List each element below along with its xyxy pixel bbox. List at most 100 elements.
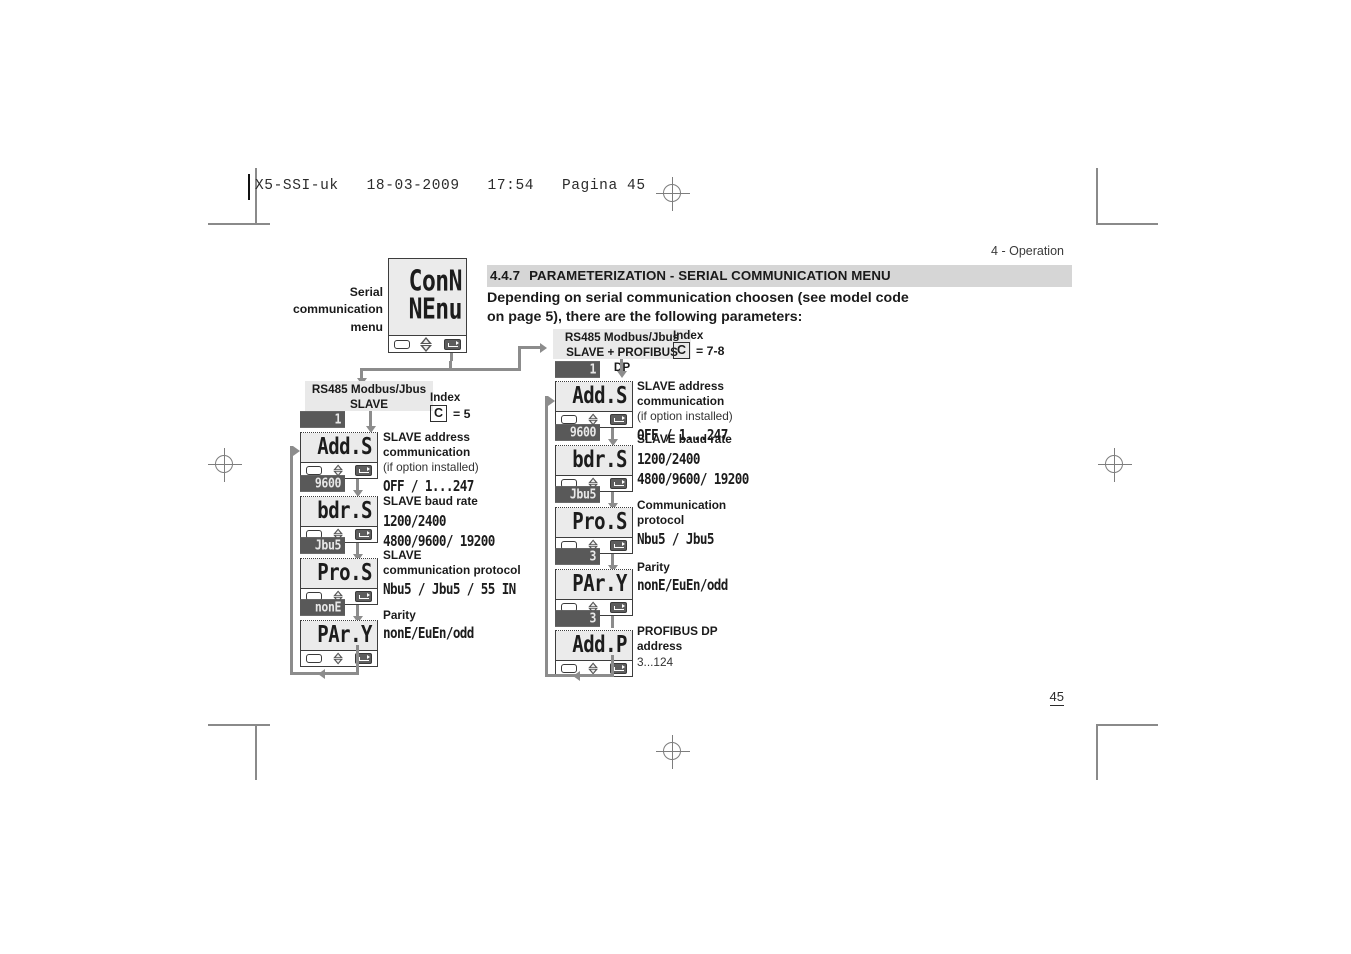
column-1-index-value-row: C = 5 — [430, 405, 471, 423]
label-line-2: communication — [383, 444, 471, 459]
branch-left-h — [360, 368, 452, 371]
branch-right-v — [518, 346, 521, 371]
device-keypad — [389, 335, 466, 352]
column-2-display-par-y[interactable]: PAr.Y — [555, 569, 633, 616]
device-display-comm-menu[interactable]: ConN NEnu — [388, 258, 467, 353]
menu-enter-marker — [450, 353, 453, 361]
menu-caption-line-2: communication — [292, 302, 383, 317]
menu-caption: Serial communication menu — [246, 284, 383, 336]
label-line-1: SLAVE — [383, 548, 422, 562]
enter-key-icon[interactable] — [355, 590, 372, 602]
crop-mark-top-left-v — [255, 168, 257, 224]
label-line-2: address — [637, 638, 683, 653]
label-seg-value: nonE/EuEn/odd — [637, 575, 728, 594]
column-2-header-line-1: RS485 Modbus/Jbus — [564, 331, 680, 344]
function-key-icon[interactable] — [306, 653, 322, 663]
display-screen: ConN NEnu — [389, 259, 466, 335]
display-value: Pro.S — [317, 559, 372, 586]
label-note: (if option installed) — [637, 408, 733, 423]
section-number: 4.4.7 — [490, 268, 521, 283]
column-1-display-par-y[interactable]: PAr.Y — [300, 620, 378, 667]
column-2-display-pro-s[interactable]: Pro.S — [555, 507, 633, 554]
column-2-item-4-badge: 3 — [555, 548, 600, 566]
registration-mark-right — [1098, 448, 1132, 482]
label-line-1: Parity — [383, 608, 416, 622]
column-2-item-2-badge: 9600 — [555, 424, 600, 442]
enter-key-icon[interactable] — [610, 539, 627, 551]
col1-loop-arrow — [318, 668, 325, 679]
enter-key-icon[interactable] — [610, 477, 627, 489]
label-line-1: SLAVE baud rate — [383, 494, 478, 508]
col1-loop-left-v — [290, 446, 293, 674]
column-1-display-pro-s[interactable]: Pro.S — [300, 558, 378, 605]
col2-loop-return-arrow — [548, 396, 555, 406]
column-2-display-bdr-s[interactable]: bdr.S — [555, 445, 633, 492]
crop-mark-bottom-left-v — [255, 724, 257, 780]
column-1-index-label: Index — [430, 391, 461, 404]
file-header-rule — [248, 174, 250, 200]
display-screen: PAr.Y — [556, 570, 632, 599]
registration-mark-top — [656, 177, 690, 211]
col1-loop-right-v — [356, 645, 359, 675]
display-value-line-1: ConN — [408, 266, 463, 298]
label-line-1: SLAVE address — [383, 430, 470, 444]
col2-loop-arrow — [573, 670, 580, 681]
enter-key-icon[interactable] — [610, 601, 627, 613]
column-2-item-1-badge: 1 — [555, 361, 600, 379]
column-2-index-key: C — [673, 342, 691, 360]
branch-right-h — [449, 368, 521, 371]
file-header-text: X5-SSI-uk 18-03-2009 17:54 Pagina 45 — [255, 178, 646, 194]
label-seg-value: OFF / 1...247 — [383, 476, 474, 495]
column-1-index-value: = 5 — [453, 406, 471, 421]
function-key-icon[interactable] — [306, 465, 322, 475]
col2-loop-left-v — [545, 396, 548, 676]
enter-key-icon[interactable] — [355, 464, 372, 476]
column-1-item-1-badge: 1 — [300, 411, 345, 429]
intro-line-2: on page 5), there are the following para… — [487, 309, 803, 326]
display-screen: Add.S — [301, 433, 377, 462]
function-key-icon[interactable] — [561, 414, 577, 424]
column-1-item-3-annotation: SLAVE communication protocol Nbu5 / Jbu5… — [383, 548, 528, 597]
column-1-display-bdr-s[interactable]: bdr.S — [300, 496, 378, 543]
column-1-header-line-1: RS485 Modbus/Jbus — [311, 383, 427, 396]
column-2-display-add-p[interactable]: Add.P — [555, 630, 633, 677]
branch-right-arrow — [540, 342, 547, 353]
column-1-item-2-annotation: SLAVE baud rate 1200/2400 4800/9600/ 192… — [383, 494, 518, 549]
column-1-display-add-s[interactable]: Add.S — [300, 432, 378, 479]
display-value: bdr.S — [572, 446, 627, 473]
menu-caption-line-3: menu — [350, 319, 383, 334]
section-title-text: PARAMETERIZATION - SERIAL COMMUNICATION … — [529, 268, 891, 283]
page-number: 45 — [1049, 689, 1064, 706]
display-screen: PAr.Y — [301, 621, 377, 650]
label-seg-value-2: 4800/9600/ 19200 — [637, 469, 749, 488]
display-value-line-2: NEnu — [408, 294, 463, 326]
label-line-1: PROFIBUS DP — [637, 624, 718, 638]
display-screen: Add.S — [556, 382, 632, 411]
display-value: bdr.S — [317, 497, 372, 524]
device-keypad — [301, 650, 377, 665]
intro-line-1: Depending on serial communication choose… — [487, 290, 909, 306]
display-screen: bdr.S — [301, 497, 377, 526]
display-value: Add.S — [572, 382, 627, 409]
enter-key-icon[interactable] — [443, 338, 461, 350]
display-screen: Add.P — [556, 631, 632, 660]
col2-feed-arrow — [616, 371, 627, 378]
device-keypad — [556, 660, 632, 675]
column-2-item-3-annotation: Communication protocol Nbu5 / Jbu5 — [637, 498, 767, 547]
function-key-icon[interactable] — [394, 339, 411, 349]
up-down-key-icon[interactable] — [588, 662, 598, 674]
col1-loop-return-arrow — [293, 446, 300, 456]
registration-mark-left — [208, 448, 242, 482]
up-down-key-icon[interactable] — [333, 652, 343, 664]
label-seg-value: 1200/2400 — [383, 511, 446, 530]
enter-key-icon[interactable] — [355, 528, 372, 540]
menu-caption-line-1: Serial — [349, 285, 383, 299]
up-down-key-icon[interactable] — [420, 336, 433, 352]
column-2-item-2-annotation: SLAVE baud rate 1200/2400 4800/9600/ 192… — [637, 432, 782, 488]
column-2-item-5-annotation: PROFIBUS DP address 3...124 — [637, 624, 767, 670]
column-2-display-add-s[interactable]: Add.S — [555, 381, 633, 428]
enter-key-icon[interactable] — [610, 413, 627, 425]
display-screen: Pro.S — [301, 559, 377, 588]
crop-mark-top-right-h — [1096, 223, 1158, 225]
column-2-header: RS485 Modbus/Jbus SLAVE + PROFIBUS DP — [553, 329, 691, 374]
